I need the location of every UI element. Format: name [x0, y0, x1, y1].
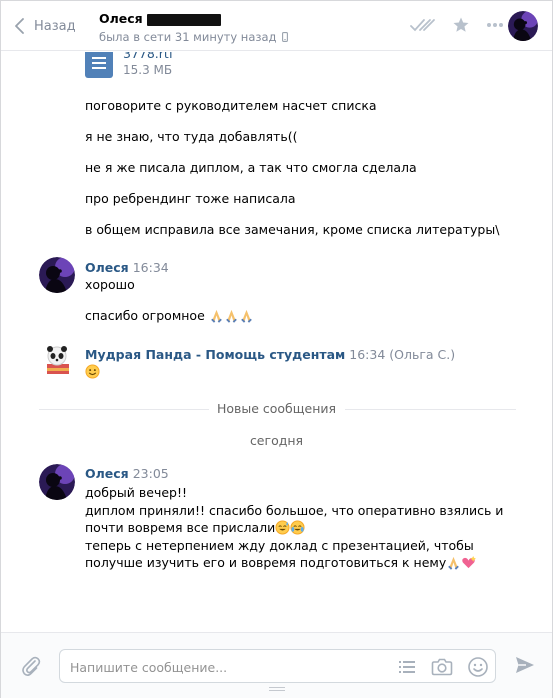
pray-emoji-icon [210, 309, 222, 323]
pray-emoji-icon [448, 556, 460, 570]
new-messages-divider: Новые сообщения [1, 401, 552, 416]
message-history: 3778.rtf 15.3 МБ поговорите с руководите… [1, 52, 552, 632]
chevron-left-icon [15, 18, 24, 34]
author-avatar[interactable] [39, 257, 75, 293]
message-text: я не знаю, что туда добавлять(( [85, 129, 298, 144]
joy-emoji-icon [290, 520, 305, 535]
author-name[interactable]: Олеся [85, 260, 129, 275]
message-text: спасибо огромное [85, 308, 205, 323]
send-icon[interactable] [515, 656, 535, 674]
template-list-icon[interactable] [397, 657, 417, 677]
file-size: 15.3 МБ [123, 63, 173, 77]
sweat-smile-emoji-icon [275, 520, 290, 535]
peer-name[interactable]: Олеся [99, 11, 221, 26]
header-actions [410, 16, 504, 34]
message-author-line: Мудрая Панда - Помощь студентам 16:34 (Ол… [85, 347, 455, 363]
message-text: диплом приняли!! спасибо большое, что оп… [85, 503, 504, 518]
peer-name-text: Олеся [99, 11, 143, 26]
back-button[interactable]: Назад [15, 15, 76, 37]
file-meta: 3778.rtf 15.3 МБ [123, 52, 173, 78]
mobile-icon [281, 32, 288, 42]
chat-header: Назад Олеся была в сети 31 минуту назад [1, 1, 552, 51]
pray-emoji-icon [240, 309, 252, 323]
message-input[interactable] [70, 657, 370, 677]
back-label: Назад [34, 18, 76, 34]
pray-emoji-icon [225, 309, 237, 323]
author-name[interactable]: Мудрая Панда - Помощь студентам [85, 347, 345, 362]
message-time: 16:34 (Ольга С.) [349, 347, 456, 362]
more-icon[interactable] [486, 22, 504, 28]
message-text: добрый вечер!! [85, 485, 187, 500]
smile-emoji-icon [85, 364, 100, 379]
message-author-line: Олеся 16:34 [85, 260, 169, 276]
message-text: теперь с нетерпением жду доклад с презен… [85, 538, 474, 553]
message-text-with-emoji: спасибо огромное [85, 308, 254, 324]
message-time: 16:34 [132, 260, 169, 275]
peer-avatar[interactable] [508, 11, 538, 41]
new-messages-label: Новые сообщения [208, 401, 345, 416]
message-text: получше изучить его и вовремя подготовит… [85, 555, 447, 570]
message-input-box [59, 649, 496, 683]
author-avatar[interactable] [39, 464, 75, 500]
camera-icon[interactable] [431, 657, 453, 677]
message-text: про ребрендинг тоже написала [85, 191, 296, 206]
peer-status: была в сети 31 минуту назад [99, 30, 288, 44]
author-name[interactable]: Олеся [85, 466, 129, 481]
message-author-line: Олеся 23:05 [85, 466, 169, 482]
date-separator: сегодня [249, 433, 304, 448]
double-check-icon[interactable] [410, 18, 436, 32]
message-text: почти вовремя все прислали [85, 520, 276, 535]
message-emoji [85, 364, 100, 380]
paperclip-icon[interactable] [21, 655, 41, 677]
chat-window: Назад Олеся была в сети 31 минуту назад … [0, 0, 553, 698]
resize-grip[interactable] [269, 687, 285, 693]
file-attachment[interactable]: 3778.rtf 15.3 МБ [85, 52, 173, 78]
message-text: не я же писала диплом, а так что смогла … [85, 160, 417, 175]
message-text-with-emoji: почти вовремя все прислали [85, 520, 305, 536]
message-text: поговорите с руководителем насчет списка [85, 98, 377, 113]
document-icon [85, 52, 113, 78]
message-text-with-emoji: получше изучить его и вовремя подготовит… [85, 555, 477, 571]
star-icon[interactable] [452, 16, 470, 34]
file-name[interactable]: 3778.rtf [123, 52, 173, 62]
message-text: в общем исправила все замечания, кроме с… [85, 222, 500, 237]
redacted-surname [146, 13, 221, 26]
peer-status-text: была в сети 31 минуту назад [99, 30, 277, 44]
message-text: хорошо [85, 277, 135, 292]
panda-avatar[interactable] [39, 342, 75, 378]
sparkling-heart-emoji-icon [462, 555, 477, 569]
composer-actions [397, 656, 489, 678]
message-time: 23:05 [132, 466, 169, 481]
emoji-smile-icon[interactable] [467, 656, 489, 678]
